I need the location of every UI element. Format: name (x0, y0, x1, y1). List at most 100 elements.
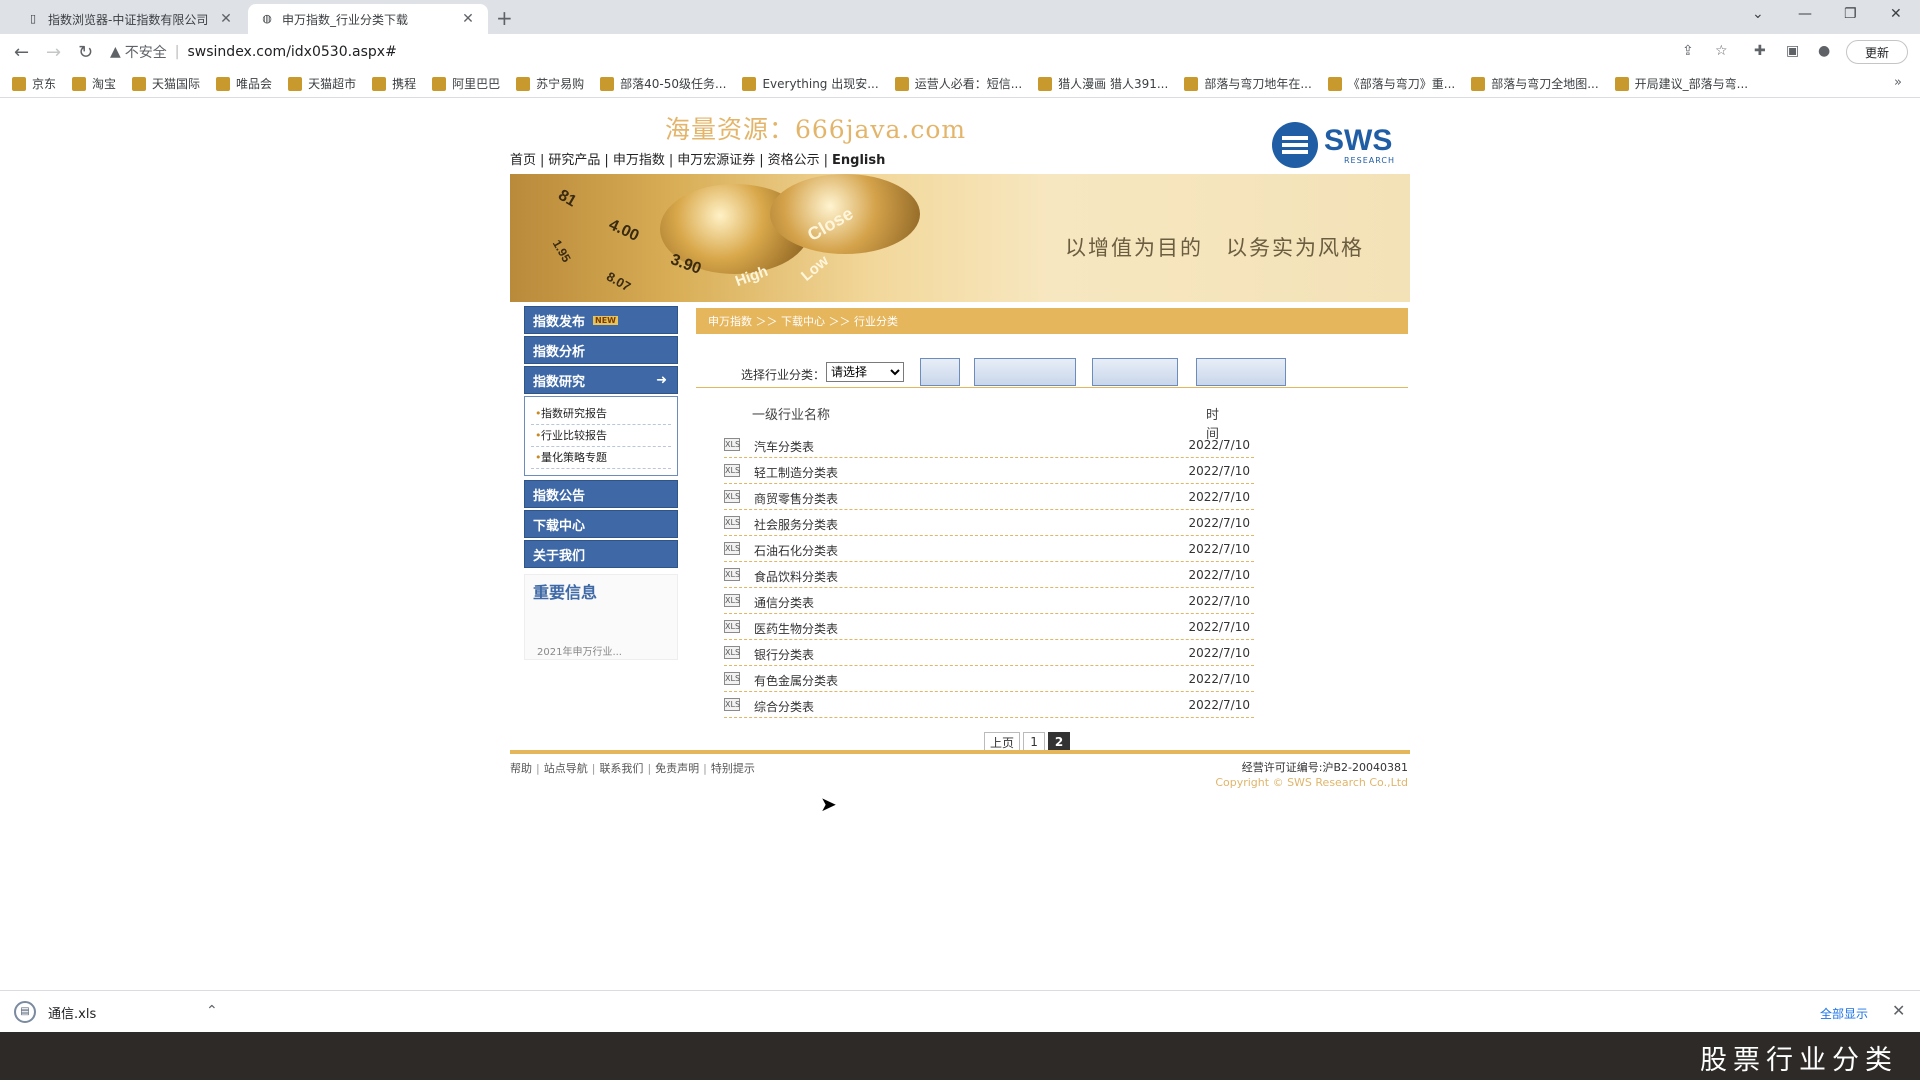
filter-action-button[interactable] (920, 358, 960, 386)
table-row[interactable]: XLS 有色金属分类表 2022/7/10 (724, 666, 1254, 692)
filter-action-button[interactable] (1196, 358, 1286, 386)
new-tab-button[interactable]: + (496, 6, 513, 30)
bookmark-item[interactable]: 苏宁易购 (516, 75, 584, 92)
window-close-icon[interactable]: ✕ (1890, 6, 1902, 22)
bookmark-item[interactable]: 天猫国际 (132, 75, 200, 92)
sidebar-item-about[interactable]: 关于我们 (524, 540, 678, 568)
sidebar-item-announcements[interactable]: 指数公告 (524, 480, 678, 508)
file-name-link[interactable]: 石油石化分类表 (754, 542, 838, 559)
bookmark-item[interactable]: 猎人漫画 猎人391... (1038, 75, 1168, 92)
filter-action-button[interactable] (1092, 358, 1178, 386)
tab-strip: ▯ 指数浏览器-中证指数有限公司 ✕ ◍ 申万指数_行业分类下载 ✕ + ⌄ —… (0, 0, 1920, 34)
chevron-up-icon[interactable]: ⌃ (206, 1003, 218, 1019)
file-name-link[interactable]: 综合分类表 (754, 698, 814, 715)
bookmarks-overflow-icon[interactable]: » (1894, 75, 1902, 90)
back-icon[interactable]: ← (14, 42, 29, 63)
tab-swsindex[interactable]: ◍ 申万指数_行业分类下载 ✕ (248, 4, 488, 34)
filter-action-button[interactable] (974, 358, 1076, 386)
current-page-button[interactable]: 2 (1048, 732, 1071, 752)
file-name-link[interactable]: 商贸零售分类表 (754, 490, 838, 507)
bookmark-item[interactable]: Everything 出现安... (742, 75, 879, 92)
forward-icon[interactable]: → (46, 42, 61, 63)
submenu-item-quant-strategy[interactable]: 量化策略专题 (531, 447, 671, 469)
bookmark-item[interactable]: 唯品会 (216, 75, 272, 92)
prev-page-button[interactable]: 上页 (984, 732, 1021, 752)
sidebar-item-download-center[interactable]: 下载中心 (524, 510, 678, 538)
browser-toolbar: ← → ↻ ▲ 不安全 | swsindex.com/idx0530.aspx#… (0, 34, 1920, 70)
nav-english[interactable]: English (832, 153, 885, 168)
reload-icon[interactable]: ↻ (78, 42, 93, 63)
nav-home[interactable]: 首页 (510, 153, 536, 168)
profile-icon[interactable]: ● (1818, 43, 1830, 59)
footer-link-disclaimer[interactable]: 免责声明 (655, 762, 699, 775)
bookmark-item[interactable]: 京东 (12, 75, 56, 92)
download-item[interactable]: ▤ 通信.xls (14, 1001, 96, 1023)
file-name-link[interactable]: 通信分类表 (754, 594, 814, 611)
submenu-item-research-report[interactable]: 指数研究报告 (531, 403, 671, 425)
bookmark-item[interactable]: 部落与弯刀地年在... (1184, 75, 1312, 92)
close-tab-icon[interactable]: ✕ (460, 11, 476, 27)
table-row[interactable]: XLS 通信分类表 2022/7/10 (724, 588, 1254, 614)
file-name-link[interactable]: 食品饮料分类表 (754, 568, 838, 585)
minimize-icon[interactable]: — (1798, 6, 1812, 22)
sidebar-item-index-analysis[interactable]: 指数分析 (524, 336, 678, 364)
file-name-link[interactable]: 社会服务分类表 (754, 516, 838, 533)
show-all-downloads-link[interactable]: 全部显示 (1820, 1005, 1868, 1022)
important-info-item[interactable]: 2021年申万行业... (537, 643, 622, 658)
extensions-icon[interactable]: ✚ (1754, 43, 1766, 59)
share-icon[interactable]: ⇪ (1682, 43, 1694, 59)
tab-csindex[interactable]: ▯ 指数浏览器-中证指数有限公司 ✕ (14, 4, 246, 34)
sidebar-item-index-research[interactable]: 指数研究 ➜ (524, 366, 678, 394)
close-shelf-icon[interactable]: ✕ (1892, 1001, 1905, 1020)
tab-search-icon[interactable]: ⌄ (1752, 6, 1764, 22)
file-name-link[interactable]: 汽车分类表 (754, 438, 814, 455)
sws-logo[interactable]: SWS RESEARCH (1272, 122, 1395, 168)
table-row[interactable]: XLS 医药生物分类表 2022/7/10 (724, 614, 1254, 640)
file-name-link[interactable]: 银行分类表 (754, 646, 814, 663)
table-row[interactable]: XLS 银行分类表 2022/7/10 (724, 640, 1254, 666)
bookmark-item[interactable]: 淘宝 (72, 75, 116, 92)
table-row[interactable]: XLS 轻工制造分类表 2022/7/10 (724, 458, 1254, 484)
table-row[interactable]: XLS 石油石化分类表 2022/7/10 (724, 536, 1254, 562)
bookmark-item[interactable]: 部落与弯刀全地图... (1471, 75, 1599, 92)
nav-index[interactable]: 申万指数 (613, 153, 665, 168)
bookmark-item[interactable]: 开局建议_部落与弯... (1614, 75, 1748, 92)
bookmark-item[interactable]: 运营人必看：短信... (894, 75, 1022, 92)
footer-link-contact[interactable]: 联系我们 (599, 762, 643, 775)
table-row[interactable]: XLS 综合分类表 2022/7/10 (724, 692, 1254, 718)
file-name-link[interactable]: 医药生物分类表 (754, 620, 838, 637)
bookmark-item[interactable]: 携程 (372, 75, 416, 92)
star-icon[interactable]: ☆ (1715, 43, 1728, 59)
restore-icon[interactable]: ❐ (1844, 6, 1857, 22)
footer-link-notice[interactable]: 特别提示 (711, 762, 755, 775)
sidepanel-icon[interactable]: ▣ (1786, 43, 1799, 59)
bookmark-item[interactable]: 天猫超市 (288, 75, 356, 92)
bookmark-item[interactable]: 阿里巴巴 (432, 75, 500, 92)
table-row[interactable]: XLS 汽车分类表 2022/7/10 (724, 432, 1254, 458)
file-name-link[interactable]: 轻工制造分类表 (754, 464, 838, 481)
industry-select[interactable]: 请选择 (826, 362, 904, 382)
nav-research[interactable]: 研究产品 (548, 153, 600, 168)
file-name-link[interactable]: 有色金属分类表 (754, 672, 838, 689)
research-submenu: 指数研究报告 行业比较报告 量化策略专题 (524, 396, 678, 476)
bookmark-item[interactable]: 《部落与弯刀》重... (1327, 75, 1455, 92)
nav-securities[interactable]: 申万宏源证券 (677, 153, 755, 168)
bookmark-item[interactable]: 部落40-50级任务... (600, 75, 726, 92)
table-row[interactable]: XLS 食品饮料分类表 2022/7/10 (724, 562, 1254, 588)
page-button[interactable]: 1 (1023, 732, 1046, 752)
submenu-item-industry-compare[interactable]: 行业比较报告 (531, 425, 671, 447)
bookmark-icon (432, 76, 447, 91)
footer-link-sitemap[interactable]: 站点导航 (544, 762, 588, 775)
table-row[interactable]: XLS 社会服务分类表 2022/7/10 (724, 510, 1254, 536)
sidebar-item-index-release[interactable]: 指数发布 NEW (524, 306, 678, 334)
update-button[interactable]: 更新 (1846, 40, 1908, 64)
nav-qualification[interactable]: 资格公示 (768, 153, 820, 168)
close-tab-icon[interactable]: ✕ (218, 11, 234, 27)
address-bar[interactable]: ▲ 不安全 | swsindex.com/idx0530.aspx# (110, 38, 1650, 66)
excel-file-icon: XLS (724, 516, 741, 529)
site-footer: 帮助 | 站点导航 | 联系我们 | 免责声明 | 特别提示 经营许可证编号:沪B2-20040… (510, 750, 1410, 789)
bookmark-label: 唯品会 (236, 77, 273, 91)
table-row[interactable]: XLS 商贸零售分类表 2022/7/10 (724, 484, 1254, 510)
footer-link-help[interactable]: 帮助 (510, 762, 532, 775)
arrow-right-icon: ➜ (656, 372, 667, 388)
